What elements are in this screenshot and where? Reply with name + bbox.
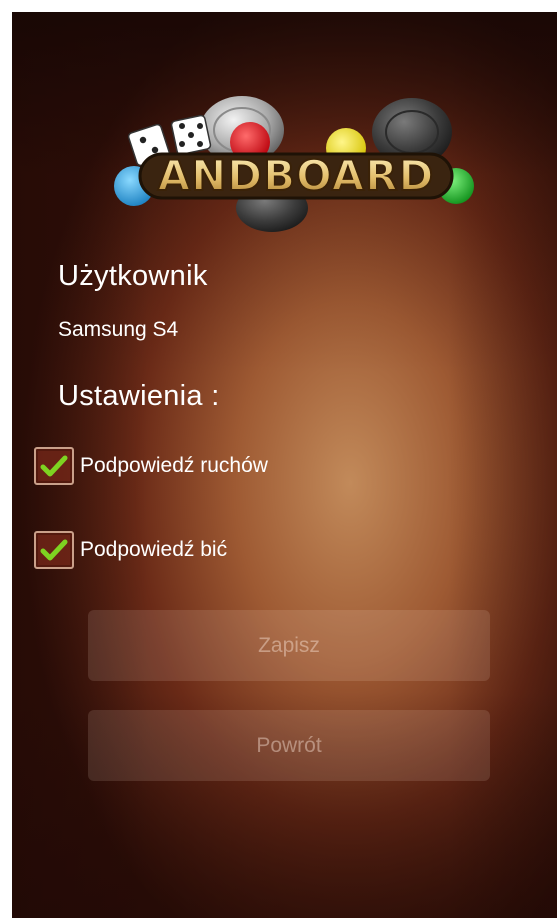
check-icon [40,539,68,561]
settings-section-title: Ustawienia : [58,380,220,412]
move-hints-checkbox[interactable] [34,447,74,485]
app-screen: ANDBOARD Użytkownik Samsung S4 Ustawieni… [12,12,557,918]
option-move-hints[interactable]: Podpowiedź ruchów [34,446,268,486]
capture-hints-label: Podpowiedź bić [80,538,228,561]
logo-wordmark: ANDBOARD [158,151,435,200]
save-button[interactable]: Zapisz [88,610,490,681]
user-section-title: Użytkownik [58,260,208,292]
back-button[interactable]: Powrót [88,710,490,781]
option-capture-hints[interactable]: Podpowiedź bić [34,530,227,570]
check-icon [40,455,68,477]
move-hints-label: Podpowiedź ruchów [80,454,268,477]
andboard-logo: ANDBOARD [100,90,480,240]
user-device-name: Samsung S4 [58,318,179,341]
capture-hints-checkbox[interactable] [34,531,74,569]
